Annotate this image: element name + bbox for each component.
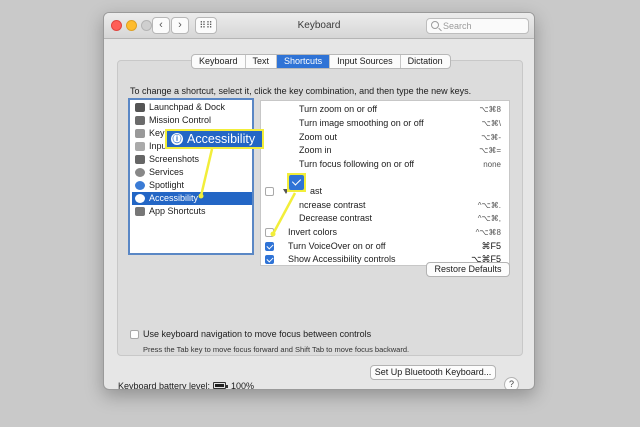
shortcut-key[interactable]: ⌥⌘8 [479, 103, 501, 116]
shortcut-checkbox[interactable] [265, 255, 274, 264]
keyboard-navigation-checkbox[interactable] [130, 330, 139, 339]
shortcut-label: Turn zoom on or off [299, 104, 378, 114]
shortcut-checkbox[interactable] [265, 187, 274, 196]
tab-keyboard[interactable]: Keyboard [192, 55, 246, 68]
keyboard-preferences-window: ‹ › ⠿⠿ Keyboard Search Keyboard Text Sho… [103, 12, 535, 390]
keyboard-icon [135, 129, 145, 138]
battery-icon [213, 382, 228, 389]
shortcut-key[interactable]: ⌥⌘= [479, 144, 501, 157]
tab-dictation[interactable]: Dictation [401, 55, 450, 68]
shortcut-label: Invert colors [288, 227, 338, 237]
instructions-text: To change a shortcut, select it, click t… [130, 86, 472, 96]
shortcut-row[interactable]: Turn zoom on or off ⌥⌘8 [261, 103, 509, 116]
mission-control-icon [135, 116, 145, 125]
shortcut-row[interactable]: Turn focus following on or off none [261, 158, 509, 171]
category-label: Mission Control [149, 115, 212, 125]
tab-input-sources[interactable]: Input Sources [330, 55, 401, 68]
shortcut-label: Turn VoiceOver on or off [288, 241, 386, 251]
shortcut-label: Turn focus following on or off [299, 159, 415, 169]
category-accessibility[interactable]: Accessibility [132, 192, 252, 205]
keyboard-navigation-hint: Press the Tab key to move focus forward … [143, 345, 410, 354]
category-list: Launchpad & Dock Mission Control Keyb In… [128, 98, 254, 255]
shortcut-row[interactable]: Decrease contrast ^⌥⌘, [261, 212, 509, 225]
help-button[interactable]: ? [504, 377, 519, 389]
restore-defaults-button[interactable]: Restore Defaults [426, 262, 510, 277]
shortcut-label: Zoom in [299, 145, 332, 155]
battery-level-label: Keyboard battery level: [118, 381, 211, 390]
callout-label: Accessibility [187, 132, 256, 146]
search-placeholder: Search [443, 21, 472, 31]
shortcut-checkbox[interactable] [265, 242, 274, 251]
category-label: Spotlight [149, 180, 185, 190]
category-app-shortcuts[interactable]: App Shortcuts [132, 205, 252, 218]
shortcut-label: Zoom out [299, 132, 338, 142]
shortcut-row[interactable]: Zoom out ⌥⌘- [261, 131, 509, 144]
category-label: Screenshots [149, 154, 200, 164]
shortcut-key[interactable]: ^⌥⌘8 [476, 226, 501, 239]
set-up-bluetooth-keyboard-button[interactable]: Set Up Bluetooth Keyboard... [370, 365, 496, 380]
shortcut-row[interactable]: ncrease contrast ^⌥⌘. [261, 199, 509, 212]
category-screenshots[interactable]: Screenshots [132, 153, 252, 166]
shortcut-key[interactable]: ⌥⌘\ [482, 117, 501, 130]
checkmark-icon [289, 175, 304, 190]
category-label: Launchpad & Dock [149, 102, 226, 112]
shortcut-key[interactable]: ⌥⌘- [481, 131, 501, 144]
tab-bar: Keyboard Text Shortcuts Input Sources Di… [191, 54, 451, 69]
category-mission-control[interactable]: Mission Control [132, 114, 252, 127]
shortcut-label: Show Accessibility controls [288, 254, 396, 264]
category-spotlight[interactable]: Spotlight [132, 179, 252, 192]
category-services[interactable]: Services [132, 166, 252, 179]
category-label: Accessibility [149, 193, 199, 203]
shortcut-key[interactable]: none [483, 158, 501, 171]
input-sources-icon [135, 142, 145, 151]
search-icon [431, 21, 439, 29]
screenshots-icon [135, 155, 145, 164]
shortcut-key[interactable]: ^⌥⌘, [478, 212, 501, 225]
accessibility-icon [135, 194, 145, 203]
category-label: App Shortcuts [149, 206, 206, 216]
checkbox-callout [287, 173, 306, 192]
accessibility-icon: ⓘ [171, 133, 183, 145]
shortcut-label: Turn image smoothing on or off [299, 118, 424, 128]
accessibility-callout: ⓘ Accessibility [165, 129, 264, 149]
shortcut-row[interactable]: Turn VoiceOver on or off ⌘F5 [261, 240, 509, 253]
spotlight-icon [135, 181, 145, 190]
shortcut-group-label: ast [310, 186, 323, 196]
shortcut-label: Decrease contrast [299, 213, 373, 223]
shortcut-checkbox[interactable] [265, 228, 274, 237]
title-bar: ‹ › ⠿⠿ Keyboard Search [104, 13, 534, 39]
services-icon [135, 168, 145, 177]
tab-text[interactable]: Text [246, 55, 278, 68]
shortcut-key[interactable]: ⌘F5 [481, 240, 501, 253]
shortcut-key[interactable]: ^⌥⌘. [478, 199, 501, 212]
shortcut-row[interactable]: Invert colors ^⌥⌘8 [261, 226, 509, 239]
tab-shortcuts[interactable]: Shortcuts [277, 55, 331, 68]
battery-level-value: 100% [231, 381, 255, 390]
category-launchpad-dock[interactable]: Launchpad & Dock [132, 101, 252, 114]
app-shortcuts-icon [135, 207, 145, 216]
category-label: Services [149, 167, 184, 177]
search-field[interactable]: Search [426, 18, 529, 34]
launchpad-icon [135, 103, 145, 112]
shortcut-label: ncrease contrast [299, 200, 366, 210]
shortcut-row[interactable]: Zoom in ⌥⌘= [261, 144, 509, 157]
keyboard-navigation-label: Use keyboard navigation to move focus be… [143, 329, 372, 339]
shortcut-row[interactable]: Turn image smoothing on or off ⌥⌘\ [261, 117, 509, 130]
